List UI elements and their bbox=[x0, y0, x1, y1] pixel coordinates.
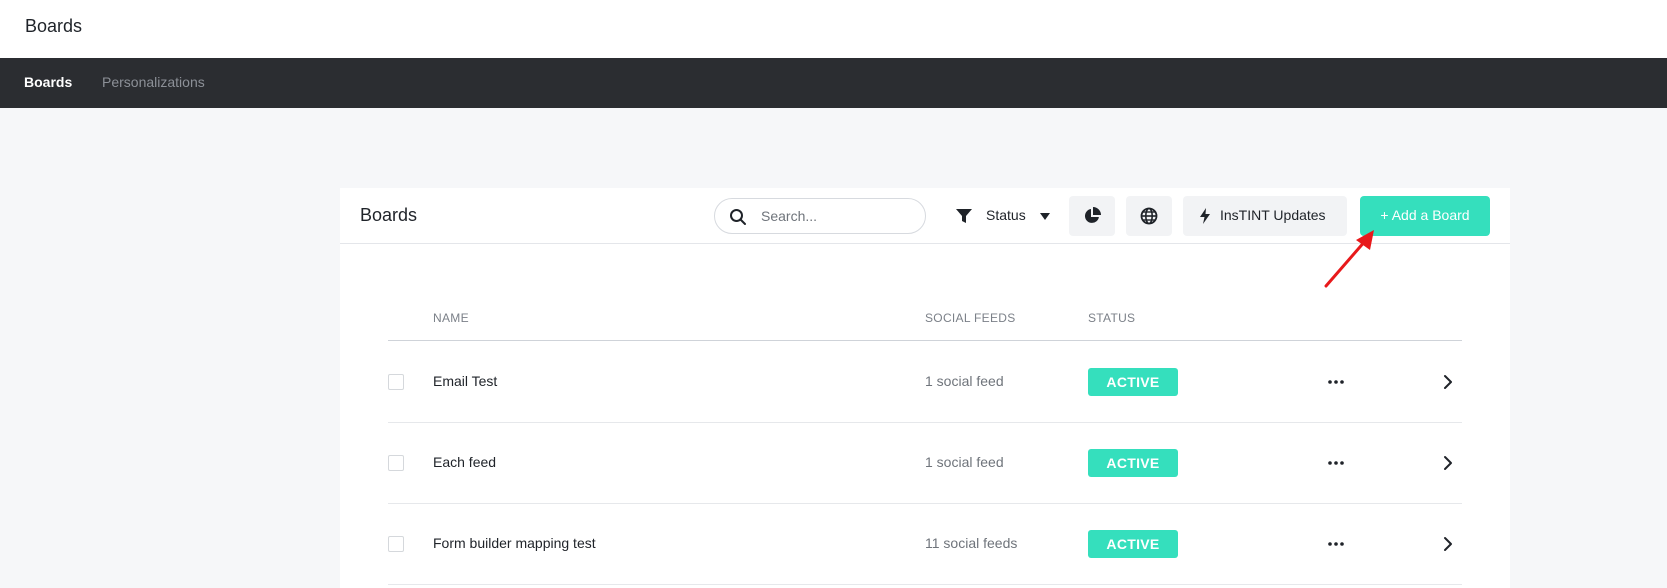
status-badge: ACTIVE bbox=[1088, 449, 1178, 477]
board-name: Each feed bbox=[433, 454, 497, 470]
search-input[interactable] bbox=[759, 206, 909, 226]
caret-down-icon bbox=[1040, 213, 1050, 220]
globe-button[interactable] bbox=[1126, 196, 1172, 236]
row-checkbox[interactable] bbox=[388, 374, 404, 390]
status-filter-label: Status bbox=[986, 207, 1026, 223]
instint-updates-label: InsTINT Updates bbox=[1220, 207, 1326, 223]
table-row[interactable]: Email Test 1 social feed ACTIVE bbox=[388, 342, 1462, 423]
card-header: Boards Status bbox=[340, 188, 1510, 244]
pie-chart-icon bbox=[1084, 207, 1101, 223]
board-name: Form builder mapping test bbox=[433, 535, 596, 551]
add-board-button[interactable]: + Add a Board bbox=[1360, 196, 1490, 236]
status-badge: ACTIVE bbox=[1088, 368, 1178, 396]
row-checkbox[interactable] bbox=[388, 455, 404, 471]
more-options-icon[interactable] bbox=[1324, 532, 1348, 556]
chevron-right-icon[interactable] bbox=[1438, 372, 1458, 392]
column-header-name: NAME bbox=[433, 311, 469, 325]
filter-icon bbox=[956, 209, 972, 223]
social-feeds-count: 11 social feeds bbox=[925, 535, 1018, 551]
globe-icon bbox=[1140, 207, 1158, 225]
search-box[interactable] bbox=[714, 198, 926, 234]
page-title: Boards bbox=[360, 205, 418, 225]
more-options-icon[interactable] bbox=[1324, 451, 1348, 475]
lightning-bolt-icon bbox=[1200, 208, 1210, 224]
table-row[interactable]: Each feed 1 social feed ACTIVE bbox=[388, 423, 1462, 504]
tab-personalizations[interactable]: Personalizations bbox=[102, 74, 205, 90]
table-row[interactable]: Form builder mapping test 11 social feed… bbox=[388, 504, 1462, 585]
app-title: Boards bbox=[25, 16, 83, 36]
column-header-status: STATUS bbox=[1088, 311, 1136, 325]
social-feeds-count: 1 social feed bbox=[925, 373, 1004, 389]
top-bar: Boards bbox=[0, 0, 1667, 58]
boards-card: Boards Status bbox=[340, 188, 1510, 588]
chevron-right-icon[interactable] bbox=[1438, 453, 1458, 473]
social-feeds-count: 1 social feed bbox=[925, 454, 1004, 470]
nav-bar: Boards Personalizations bbox=[0, 58, 1667, 108]
search-icon bbox=[730, 209, 746, 225]
status-filter-button[interactable]: Status bbox=[948, 198, 1054, 234]
row-checkbox[interactable] bbox=[388, 536, 404, 552]
chevron-right-icon[interactable] bbox=[1438, 534, 1458, 554]
analytics-button[interactable] bbox=[1069, 196, 1115, 236]
add-board-label: + Add a Board bbox=[1380, 207, 1470, 223]
instint-updates-button[interactable]: InsTINT Updates bbox=[1183, 196, 1347, 236]
board-name: Email Test bbox=[433, 373, 498, 389]
status-badge: ACTIVE bbox=[1088, 530, 1178, 558]
table-header: NAME SOCIAL FEEDS STATUS bbox=[388, 296, 1462, 341]
more-options-icon[interactable] bbox=[1324, 370, 1348, 394]
tab-boards[interactable]: Boards bbox=[24, 74, 72, 90]
column-header-social-feeds: SOCIAL FEEDS bbox=[925, 311, 1016, 325]
